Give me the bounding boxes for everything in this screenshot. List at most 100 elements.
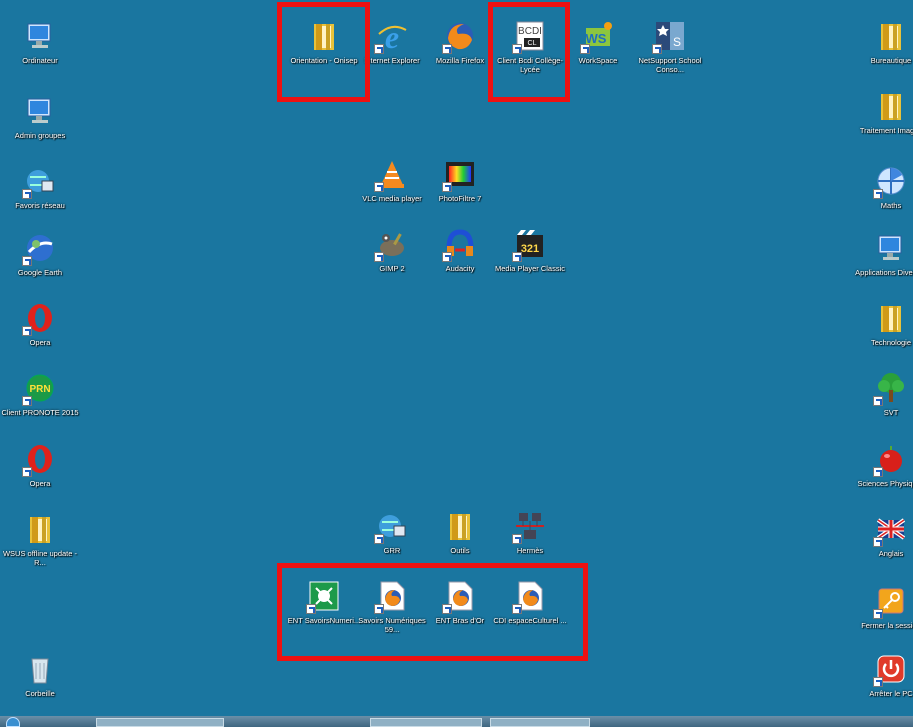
desktop-icon-opera-1[interactable]: Opera bbox=[0, 302, 80, 347]
shortcut-arrow-icon bbox=[873, 609, 883, 619]
folder-icon bbox=[875, 302, 907, 334]
highlight-bcdi bbox=[488, 2, 570, 102]
desktop-icon-fermer-session[interactable]: Fermer la session bbox=[851, 585, 913, 630]
power-icon bbox=[873, 653, 907, 687]
icon-label: PhotoFiltre 7 bbox=[438, 194, 482, 203]
desktop-icon-hermes[interactable]: Hermès bbox=[490, 510, 570, 555]
highlight-orientation bbox=[277, 2, 370, 102]
desktop-icon-traitement-images[interactable]: Traitement Images bbox=[851, 90, 913, 135]
desktop-icon-applications-diverses[interactable]: Applications Diverses bbox=[851, 232, 913, 277]
desktop-icon-corbeille[interactable]: Corbeille bbox=[0, 653, 80, 698]
desktop-icon-technologie[interactable]: Technologie bbox=[851, 302, 913, 347]
icon-label: Hermès bbox=[516, 546, 544, 555]
gimp-icon bbox=[374, 228, 408, 262]
icon-label: Audacity bbox=[445, 264, 475, 273]
icon-label: Client PRONOTE 2015 bbox=[1, 408, 79, 417]
desktop-icon-outils[interactable]: Outils bbox=[420, 510, 500, 555]
shortcut-arrow-icon bbox=[22, 326, 32, 336]
opera-icon bbox=[22, 443, 56, 477]
desktop-icon-sciences-physiques[interactable]: Sciences Physiques bbox=[851, 443, 913, 488]
firefox-icon bbox=[442, 20, 476, 54]
icon-label: WorkSpace bbox=[578, 56, 618, 65]
icon-label: Outils bbox=[450, 546, 470, 555]
workspace-icon: WS bbox=[580, 20, 614, 54]
folder-icon bbox=[875, 20, 907, 52]
desktop-icon-anglais[interactable]: Anglais bbox=[851, 513, 913, 558]
desktop-icon-admin-groupes[interactable]: Admin groupes bbox=[0, 95, 80, 140]
icon-label: Technologie bbox=[870, 338, 912, 347]
shortcut-arrow-icon bbox=[22, 467, 32, 477]
taskbar-item[interactable] bbox=[370, 718, 482, 727]
icon-label: Ordinateur bbox=[22, 56, 58, 65]
key-icon bbox=[873, 585, 907, 619]
shortcut-arrow-icon bbox=[512, 252, 522, 262]
taskbar-item[interactable] bbox=[490, 718, 590, 727]
shortcut-arrow-icon bbox=[442, 44, 452, 54]
icon-label: Maths bbox=[880, 201, 902, 210]
desktop-icon-svt[interactable]: SVT bbox=[851, 372, 913, 417]
taskbar bbox=[0, 716, 913, 727]
desktop-icon-audacity[interactable]: Audacity bbox=[420, 228, 500, 273]
shortcut-arrow-icon bbox=[374, 252, 384, 262]
desktop-icon-opera-2[interactable]: Opera bbox=[0, 443, 80, 488]
shortcut-arrow-icon bbox=[873, 396, 883, 406]
desktop-icon-workspace[interactable]: WS WorkSpace bbox=[558, 20, 638, 65]
google-earth-icon bbox=[22, 232, 56, 266]
pronote-icon: PRN bbox=[22, 372, 56, 406]
shortcut-arrow-icon bbox=[873, 537, 883, 547]
maths-icon bbox=[873, 165, 907, 199]
shortcut-arrow-icon bbox=[652, 44, 662, 54]
shortcut-arrow-icon bbox=[22, 189, 32, 199]
start-button[interactable] bbox=[6, 717, 20, 727]
svg-text:e: e bbox=[385, 20, 399, 52]
shortcut-arrow-icon bbox=[512, 534, 522, 544]
shortcut-arrow-icon bbox=[442, 252, 452, 262]
desktop-icon-google-earth[interactable]: Google Earth bbox=[0, 232, 80, 277]
shortcut-arrow-icon bbox=[22, 256, 32, 266]
taskbar-item[interactable] bbox=[96, 718, 224, 727]
icon-label: Opera bbox=[29, 338, 51, 347]
desktop: Ordinateur Admin groupes Favoris réseau Goo… bbox=[0, 0, 913, 727]
icon-label: Media Player Classic bbox=[494, 264, 566, 273]
folder-icon bbox=[875, 90, 907, 122]
desktop-icon-bureautique[interactable]: Bureautique bbox=[851, 20, 913, 65]
icon-label: Anglais bbox=[878, 549, 904, 558]
vlc-icon bbox=[374, 158, 408, 192]
desktop-icon-media-player-classic[interactable]: 321 Media Player Classic bbox=[490, 228, 570, 273]
svg-text:S: S bbox=[673, 35, 681, 49]
desktop-icon-client-pronote[interactable]: PRN Client PRONOTE 2015 bbox=[0, 372, 80, 417]
icon-label: Bureautique bbox=[870, 56, 912, 65]
shortcut-arrow-icon bbox=[374, 182, 384, 192]
shortcut-arrow-icon bbox=[580, 44, 590, 54]
icon-label: Google Earth bbox=[17, 268, 63, 277]
shortcut-arrow-icon bbox=[873, 189, 883, 199]
internet-explorer-icon: e bbox=[374, 20, 408, 54]
opera-icon bbox=[22, 302, 56, 336]
desktop-icon-photofiltre[interactable]: PhotoFiltre 7 bbox=[420, 158, 500, 203]
recycle-bin-icon bbox=[24, 653, 56, 685]
shortcut-arrow-icon bbox=[873, 467, 883, 477]
shortcut-arrow-icon bbox=[442, 182, 452, 192]
icon-label: SVT bbox=[883, 408, 899, 417]
icon-label: Sciences Physiques bbox=[857, 479, 913, 488]
icon-label: Arrêter le PC bbox=[869, 689, 913, 698]
icon-label: Opera bbox=[29, 479, 51, 488]
desktop-icon-ordinateur[interactable]: Ordinateur bbox=[0, 20, 80, 65]
desktop-icon-favoris-reseau[interactable]: Favoris réseau bbox=[0, 165, 80, 210]
shortcut-arrow-icon bbox=[374, 534, 384, 544]
desktop-icon-arreter-pc[interactable]: Arrêter le PC bbox=[851, 653, 913, 698]
flag-uk-icon bbox=[873, 513, 907, 547]
apple-icon bbox=[873, 443, 907, 477]
desktop-icon-netsupport[interactable]: S NetSupport School Conso... bbox=[630, 20, 710, 74]
folder-icon bbox=[444, 510, 476, 542]
desktop-icon-wsus-offline[interactable]: WSUS offline update - R... bbox=[0, 513, 80, 567]
computer-icon bbox=[875, 232, 907, 264]
desktop-icon-maths[interactable]: Maths bbox=[851, 165, 913, 210]
network-icon bbox=[22, 165, 56, 199]
tree-icon bbox=[873, 372, 907, 406]
icon-label: NetSupport School Conso... bbox=[638, 56, 702, 74]
computer-icon bbox=[24, 95, 56, 127]
svg-text:321: 321 bbox=[521, 243, 539, 255]
icon-label: Fermer la session bbox=[861, 621, 913, 630]
media-player-classic-icon: 321 bbox=[512, 228, 546, 262]
